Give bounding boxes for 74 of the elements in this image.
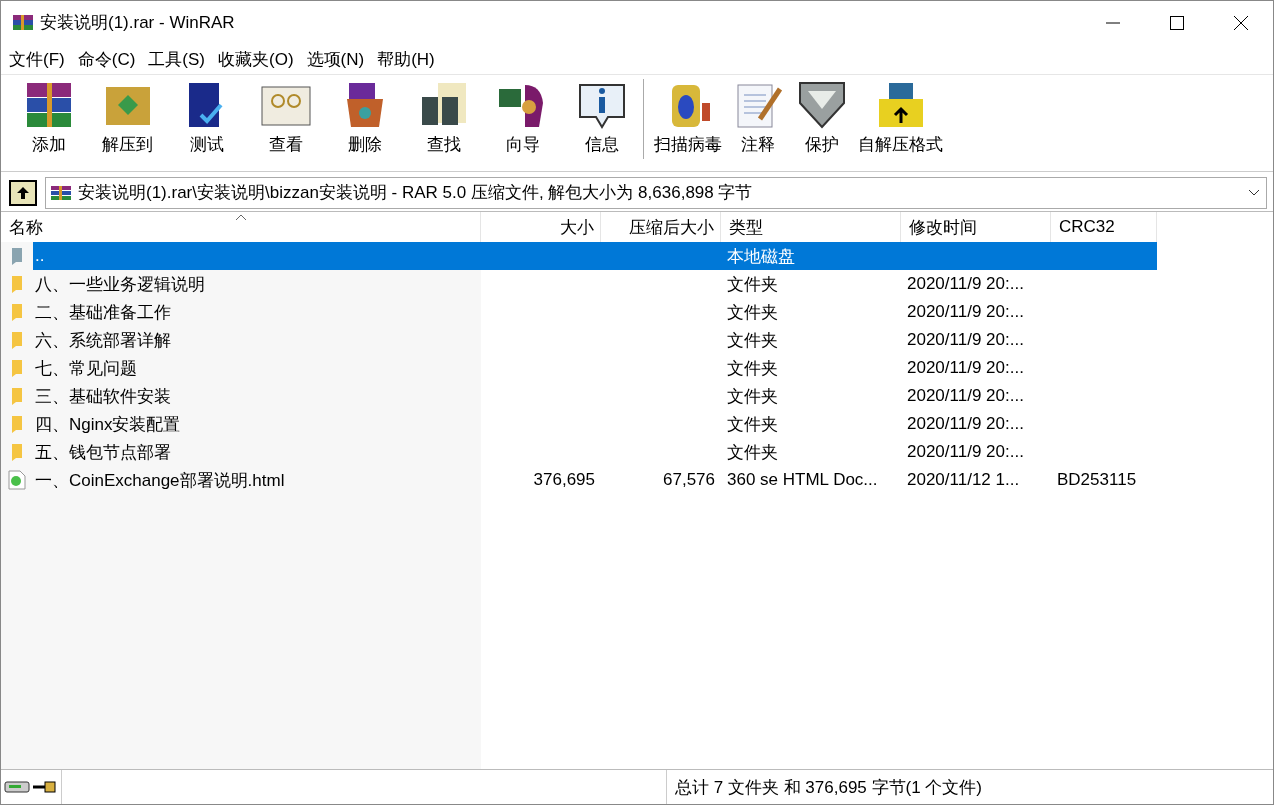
file-row[interactable]: 一、CoinExchange部署说明.html 376,695 67,576 360 se HTML Doc... 2020/11/12 1... BD253115 [33,466,1157,494]
table-cell-text: 七、常见问题 [35,357,137,380]
toolbar-button[interactable]: 信息 [562,79,641,156]
file-row[interactable]: 六、系统部署详解 文件夹 2020/11/9 20:... [33,326,1157,354]
file-row[interactable]: 五、钱包节点部署 文件夹 2020/11/9 20:... [33,438,1157,466]
table-cell: 2020/11/9 20:... [907,330,1024,350]
table-cell: 2020/11/12 1... [907,470,1020,490]
toolbar-button[interactable]: 查看 [246,79,325,156]
app-books-icon [12,13,34,32]
table-cell: 2020/11/9 20:... [907,414,1024,434]
table-cell-text: 文件夹 [727,441,778,464]
toolbar-button[interactable]: 自解压格式 [854,79,947,156]
table-cell-text: 文件夹 [727,413,778,436]
folder-icon [11,386,23,406]
menu-item[interactable]: 收藏夹(O) [218,47,294,71]
up-folder-button[interactable] [9,179,37,206]
table-cell: 376,695 [533,470,595,490]
toolbar-button[interactable]: 添加 [9,79,88,156]
folder-icon [11,302,23,322]
chevron-down-icon[interactable] [1248,188,1260,197]
window-title: 安装说明(1).rar - WinRAR [40,12,235,34]
table-cell: 2020/11/9 20:... [907,442,1024,462]
menu-item[interactable]: 文件(F) [9,47,65,71]
table-cell-text: 二、基础准备工作 [35,301,171,324]
menu-item[interactable]: 工具(S) [148,47,205,71]
table-cell-text: 本地磁盘 [727,245,795,268]
menu-item[interactable]: 命令(C) [77,47,136,71]
table-cell: 67,576 [663,470,715,490]
folder-icon [11,414,23,434]
toolbar-button[interactable]: 测试 [167,79,246,156]
file-row[interactable]: .. 本地磁盘 [33,242,1157,270]
table-cell-text: 五、钱包节点部署 [35,441,171,464]
file-row[interactable]: 七、常见问题 文件夹 2020/11/9 20:... [33,354,1157,382]
table-cell-text: 六、系统部署详解 [35,329,171,352]
table-cell: 2020/11/9 20:... [907,274,1024,294]
table-cell-text: 八、一些业务逻辑说明 [35,273,205,296]
folder-icon [11,246,23,266]
drive-key-icon [3,779,59,795]
table-cell-text: 文件夹 [727,357,778,380]
folder-icon [11,330,23,350]
archive-books-icon [50,184,72,201]
status-text: 总计 7 文件夹 和 376,695 字节(1 个文件) [675,776,983,799]
table-cell: 2020/11/9 20:... [907,302,1024,322]
table-cell: .. [35,246,45,266]
table-cell-text: 四、Nginx安装配置 [35,413,181,436]
table-cell-text: 文件夹 [727,329,778,352]
table-cell: 2020/11/9 20:... [907,358,1024,378]
file-row[interactable]: 三、基础软件安装 文件夹 2020/11/9 20:... [33,382,1157,410]
toolbar-button[interactable]: 保护 [790,79,854,156]
table-cell-text: 三、基础软件安装 [35,385,171,408]
table-cell-text: 文件夹 [727,273,778,296]
arrow-up-icon [16,185,30,200]
table-cell: BD253115 [1057,470,1137,490]
file-row[interactable]: 八、一些业务逻辑说明 文件夹 2020/11/9 20:... [33,270,1157,298]
toolbar-button[interactable]: 查找 [404,79,483,156]
address-field[interactable]: 安装说明(1).rar\安装说明\bizzan安装说明 - RAR 5.0 压缩文件, 解包大小为 8,636,898 字节 [45,176,1267,209]
folder-icon [11,274,23,294]
file-row[interactable]: 四、Nginx安装配置 文件夹 2020/11/9 20:... [33,410,1157,438]
menu-item[interactable]: 选项(N) [306,47,365,71]
toolbar-button[interactable]: 注释 [726,79,790,156]
toolbar-button[interactable]: 向导 [483,79,562,156]
table-cell-text: 一、CoinExchange部署说明.html [35,469,285,492]
html-file-icon [8,470,26,490]
folder-icon [11,442,23,462]
folder-icon [11,358,23,378]
menu-item[interactable]: 帮助(H) [377,47,435,71]
toolbar-button[interactable]: 删除 [325,79,404,156]
table-cell: 360 se HTML Doc... [727,470,878,490]
table-cell-text: 文件夹 [727,385,778,408]
toolbar-button[interactable]: 解压到 [88,79,167,156]
table-cell: 2020/11/9 20:... [907,386,1024,406]
toolbar-button[interactable]: 扫描病毒 [650,79,726,156]
table-cell-text: 文件夹 [727,301,778,324]
file-row[interactable]: 二、基础准备工作 文件夹 2020/11/9 20:... [33,298,1157,326]
